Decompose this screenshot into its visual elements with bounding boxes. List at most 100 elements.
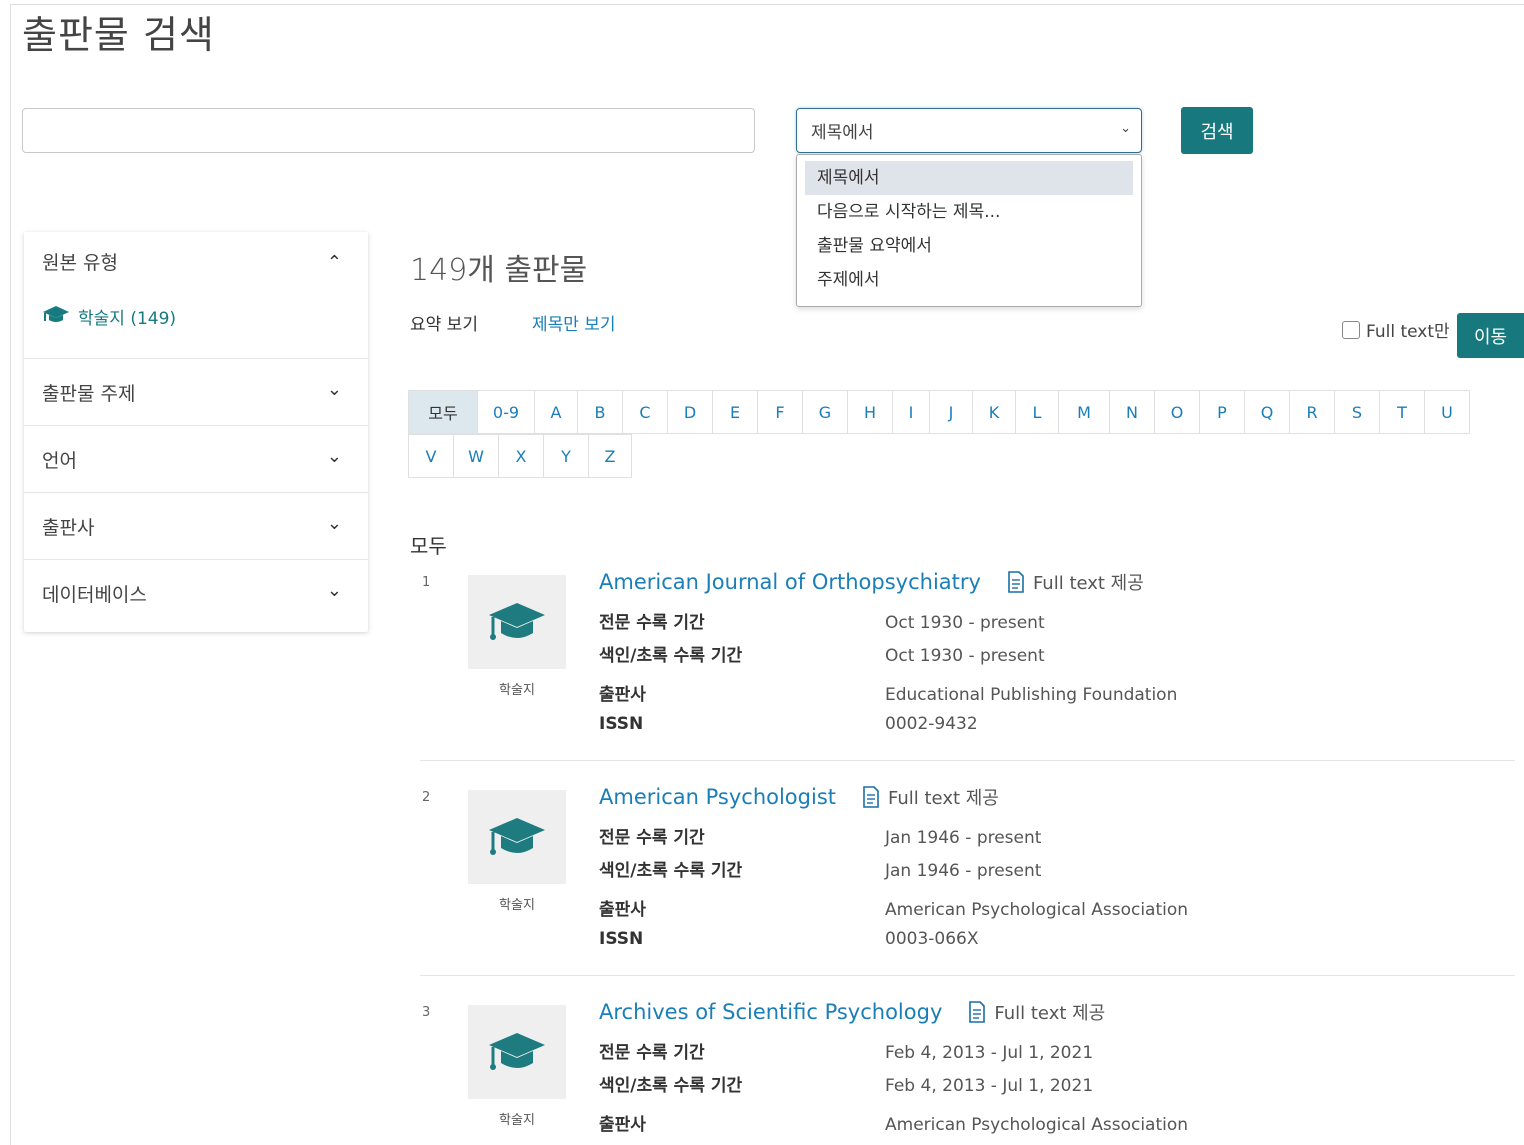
facet-subject[interactable]: 출판물 주제 ⌄	[24, 359, 368, 426]
chevron-down-icon[interactable]: ⌄	[327, 580, 342, 601]
alphabet-letter[interactable]: H	[847, 390, 893, 434]
alphabet-letter[interactable]: V	[408, 434, 454, 478]
result-field-fulltext: 전문 수록 기간 Jan 1946 - present	[599, 823, 1041, 848]
alphabet-letter[interactable]: W	[453, 434, 499, 478]
fulltext-badge[interactable]: Full text 제공	[1007, 569, 1144, 595]
field-label: 출판사	[599, 1115, 646, 1135]
facet-sidebar: 원본 유형 ⌃ 학술지 (149) 출판물 주제 ⌄ 언어 ⌄ 출판사 ⌄ 데이…	[24, 232, 368, 632]
field-label: 출판사	[599, 900, 646, 920]
alphabet-letter[interactable]: D	[667, 390, 713, 434]
alphabet-letter[interactable]: X	[498, 434, 544, 478]
alphabet-letter[interactable]: K	[972, 390, 1016, 434]
result-title-link[interactable]: American Psychologist	[599, 785, 836, 809]
graduation-cap-icon	[489, 1033, 545, 1070]
field-value: American Psychological Association	[885, 1115, 1189, 1135]
scope-option-title[interactable]: 제목에서	[805, 161, 1133, 195]
search-scope-select[interactable]: 제목에서 ⌄	[796, 108, 1142, 153]
graduation-cap-icon	[43, 306, 69, 322]
alphabet-letter[interactable]: N	[1109, 390, 1155, 434]
alphabet-letter[interactable]: C	[622, 390, 668, 434]
alphabet-letter[interactable]: J	[929, 390, 973, 434]
facet-label: 언어	[42, 449, 77, 472]
result-thumbnail[interactable]	[468, 575, 566, 669]
field-value: Educational Publishing Foundation	[885, 685, 1178, 705]
result-divider	[420, 760, 1515, 761]
result-title-link[interactable]: Archives of Scientific Psychology	[599, 1000, 942, 1024]
facet-header[interactable]: 원본 유형	[24, 232, 368, 290]
thumbnail-label: 학술지	[499, 898, 535, 913]
fulltext-badge[interactable]: Full text 제공	[862, 784, 999, 810]
scope-option-abstract[interactable]: 출판물 요약에서	[805, 229, 1133, 263]
result-thumbnail[interactable]	[468, 1005, 566, 1099]
alphabet-letter[interactable]: G	[802, 390, 848, 434]
scope-option-subject[interactable]: 주제에서	[805, 263, 1133, 297]
document-icon	[969, 1001, 986, 1023]
results-count: 149개 출판물	[410, 253, 588, 288]
field-label: ISSN	[599, 929, 644, 949]
go-button[interactable]: 이동	[1457, 313, 1524, 358]
view-titles-only-link[interactable]: 제목만 보기	[532, 310, 616, 335]
alphabet-letter[interactable]: Y	[543, 434, 589, 478]
alphabet-letter[interactable]: A	[534, 390, 578, 434]
alphabet-letter[interactable]: U	[1424, 390, 1470, 434]
view-abstract-link[interactable]: 요약 보기	[410, 310, 478, 335]
facet-label: 원본 유형	[42, 251, 118, 274]
chevron-up-icon[interactable]: ⌃	[327, 252, 342, 273]
result-field-publisher: 출판사 Educational Publishing Foundation	[599, 680, 1177, 705]
field-label: 전문 수록 기간	[599, 1043, 705, 1063]
facet-database[interactable]: 데이터베이스 ⌄	[24, 560, 368, 626]
facet-label: 데이터베이스	[42, 583, 147, 606]
alphabet-letter[interactable]: Z	[588, 434, 632, 478]
alphabet-letter[interactable]: T	[1379, 390, 1425, 434]
fulltext-badge[interactable]: Full text 제공	[968, 999, 1105, 1025]
chevron-down-icon[interactable]: ⌄	[327, 446, 342, 467]
field-label: 전문 수록 기간	[599, 828, 705, 848]
fulltext-only-filter[interactable]: Full text만	[1342, 317, 1450, 342]
alphabet-letter[interactable]: 모두	[408, 390, 478, 434]
document-icon	[863, 786, 879, 808]
alphabet-letter[interactable]: O	[1154, 390, 1200, 434]
field-value: 0002-9432	[885, 714, 978, 734]
search-button[interactable]: 검색	[1181, 107, 1253, 154]
field-label: 전문 수록 기간	[599, 613, 705, 633]
facet-publisher[interactable]: 출판사 ⌄	[24, 493, 368, 560]
result-divider	[420, 975, 1515, 976]
thumbnail-label: 학술지	[499, 1113, 535, 1128]
result-title-link[interactable]: American Journal of Orthopsychiatry	[599, 570, 981, 594]
field-label: 색인/초록 수록 기간	[599, 861, 743, 881]
scope-option-title-starts[interactable]: 다음으로 시작하는 제목...	[805, 195, 1133, 229]
section-label: 모두	[410, 534, 447, 558]
alphabet-letter[interactable]: I	[892, 390, 930, 434]
alphabet-letter[interactable]: M	[1058, 390, 1110, 434]
chevron-down-icon[interactable]: ⌄	[327, 379, 342, 400]
alphabet-letter[interactable]: P	[1199, 390, 1245, 434]
chevron-down-icon[interactable]: ⌄	[327, 513, 342, 534]
thumbnail-label: 학술지	[499, 683, 535, 698]
facet-item-journal[interactable]: 학술지 (149)	[24, 290, 368, 358]
facet-language[interactable]: 언어 ⌄	[24, 426, 368, 493]
alphabet-row: VWXYZ	[408, 434, 1470, 478]
alphabet-letter[interactable]: L	[1015, 390, 1059, 434]
alphabet-letter[interactable]: 0-9	[477, 390, 535, 434]
page-title: 출판물 검색	[22, 13, 215, 57]
result-field-index: 색인/초록 수록 기간 Feb 4, 2013 - Jul 1, 2021	[599, 1071, 1093, 1096]
result-field-publisher: 출판사 American Psychological Association	[599, 1110, 1188, 1135]
result-field-fulltext: 전문 수록 기간 Oct 1930 - present	[599, 608, 1045, 633]
alphabet-letter[interactable]: F	[757, 390, 803, 434]
fulltext-only-checkbox[interactable]	[1342, 320, 1360, 339]
alphabet-letter[interactable]: R	[1289, 390, 1335, 434]
alphabet-letter[interactable]: E	[712, 390, 758, 434]
field-value: 0003-066X	[885, 929, 979, 949]
fulltext-badge-label: Full text 제공	[1032, 573, 1144, 594]
result-thumbnail[interactable]	[468, 790, 566, 884]
graduation-cap-icon	[489, 603, 545, 640]
alphabet-letter[interactable]: B	[577, 390, 623, 434]
alphabet-letter[interactable]: S	[1334, 390, 1380, 434]
field-value: Oct 1930 - present	[885, 646, 1045, 666]
graduation-cap-icon	[489, 818, 545, 855]
result-number: 3	[422, 1005, 431, 1020]
alphabet-letter[interactable]: Q	[1244, 390, 1290, 434]
document-icon	[1008, 571, 1024, 593]
search-input[interactable]	[22, 108, 755, 153]
facet-item-label: 학술지 (149)	[78, 309, 177, 329]
